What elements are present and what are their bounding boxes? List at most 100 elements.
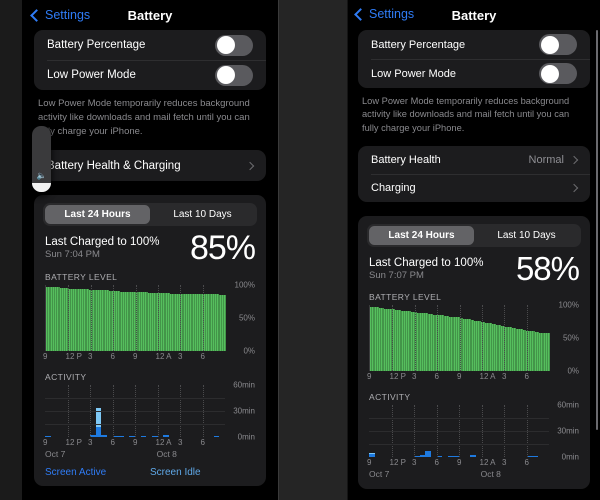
screenshot-stage: Settings Battery Battery Percentage Low … — [0, 0, 600, 500]
chevron-right-icon — [245, 161, 255, 171]
row-battery-health-and-charging[interactable]: Battery Health & Charging — [34, 150, 266, 181]
activity-legend-left: Screen Active Screen Idle — [45, 467, 255, 478]
volume-hud-slider[interactable]: 🔈 — [32, 126, 51, 192]
x-tick-label: 6 — [524, 372, 529, 382]
chevron-right-icon — [569, 184, 579, 193]
timeframe-segmented-control-right[interactable]: Last 24 Hours Last 10 Days — [367, 224, 581, 248]
grid-line-vertical — [481, 305, 484, 372]
x-tick-label: 9 — [43, 352, 48, 362]
battery-level-x-axis: 9 12 P 3 6 9 12 A 3 6 — [43, 351, 225, 363]
x-tick-label: 3 — [502, 458, 507, 468]
last-charged-title: Last Charged to 100% — [45, 236, 160, 249]
y-tick-label: 60min — [557, 400, 579, 410]
last-charged-block-left: Last Charged to 100% Sun 7:04 PM 85% — [45, 229, 256, 268]
x-tick-label: 12 A — [155, 352, 172, 362]
segment-last-24-hours-right[interactable]: Last 24 Hours — [369, 226, 474, 246]
chevron-left-icon — [30, 8, 43, 22]
low-power-mode-footnote-right: Low Power Mode temporarily reduces backg… — [362, 96, 570, 133]
row-low-power-mode-right[interactable]: Low Power Mode — [358, 59, 590, 88]
row-accessory: Normal — [529, 154, 579, 166]
toggle-knob — [216, 36, 235, 54]
y-tick-label: 100% — [234, 280, 255, 290]
x-tick-label: 3 — [412, 372, 417, 382]
x-tick-label: 6 — [434, 458, 439, 468]
grid-line-vertical — [392, 305, 394, 372]
toggle-knob — [216, 66, 235, 84]
row-battery-health[interactable]: Battery Health Normal — [358, 146, 590, 174]
row-label: Battery Percentage — [47, 39, 146, 51]
y-tick-label: 50% — [562, 333, 579, 343]
x-tick-label: 12 A — [479, 458, 496, 468]
last-charged-title: Last Charged to 100% — [369, 257, 484, 270]
legend-screen-active[interactable]: Screen Active — [45, 467, 150, 478]
row-label: Low Power Mode — [371, 67, 456, 80]
x-tick-label: 9 — [367, 372, 372, 382]
battery-usage-card-right: Last 24 Hours Last 10 Days Last Charged … — [358, 216, 590, 490]
battery-level-chart-right: 0% 50% 100% 9 12 P 3 6 9 12 A 3 6 — [367, 301, 579, 383]
x-tick-label: 3 — [178, 352, 183, 362]
row-label: Battery Percentage — [371, 38, 466, 51]
current-charge-percent-left: 85% — [189, 229, 256, 268]
x-tick-label: 9 — [133, 352, 138, 362]
grid-line-vertical — [414, 305, 417, 372]
row-low-power-mode-left[interactable]: Low Power Mode — [34, 60, 266, 90]
y-tick-label: 60min — [233, 380, 255, 390]
x-tick-label: 9 — [133, 438, 138, 448]
last-charged-text: Last Charged to 100% Sun 7:04 PM — [45, 234, 159, 260]
chevron-right-icon — [569, 156, 579, 165]
timeframe-segmented-control-left[interactable]: Last 24 Hours Last 10 Days — [43, 203, 257, 227]
grid-line-vertical — [113, 285, 115, 352]
battery-percentage-toggle-left[interactable] — [215, 34, 253, 56]
day-label: Oct 7 — [369, 469, 390, 480]
low-power-mode-toggle-left[interactable] — [215, 64, 253, 86]
segment-last-10-days-left[interactable]: Last 10 Days — [150, 205, 255, 224]
day-label: Oct 7 — [45, 449, 66, 460]
x-tick-label: 6 — [200, 438, 205, 448]
activity-y-axis: 0min 30min 60min — [549, 401, 579, 462]
battery-level-y-axis: 0% 50% 100% — [549, 301, 579, 376]
settings-card-right: Battery Percentage Low Power Mode — [358, 30, 590, 88]
x-tick-label: 3 — [88, 438, 93, 448]
activity-x-axis: 9 12 P 3 6 9 12 A 3 6 — [43, 437, 225, 449]
battery-usage-card-left: Last 24 Hours Last 10 Days Last Charged … — [34, 195, 266, 487]
day-label: Oct 8 — [156, 449, 177, 460]
row-label: Battery Health — [371, 154, 441, 167]
activity-x-axis: 9 12 P 3 6 9 12 A 3 6 — [367, 457, 549, 469]
grid-line-vertical — [526, 305, 529, 372]
low-power-mode-toggle-right[interactable] — [539, 63, 577, 84]
battery-level-plot-area — [45, 285, 226, 352]
x-tick-label: 9 — [43, 438, 48, 448]
vertical-scrollbar[interactable] — [595, 30, 598, 430]
y-tick-label: 30min — [233, 406, 255, 416]
current-charge-percent-right: 58% — [515, 250, 580, 288]
row-battery-percentage-left[interactable]: Battery Percentage — [34, 30, 266, 60]
segment-last-24-hours-left[interactable]: Last 24 Hours — [45, 205, 150, 225]
activity-chart-right: 0min 30min 60min 9 12 P 3 6 9 12 A 3 6 Oct 7 Oct 8 — [367, 401, 579, 481]
y-tick-label: 0% — [243, 346, 255, 356]
x-tick-label: 3 — [178, 438, 183, 448]
phone-panel-right: Settings Battery Battery Percentage Low … — [348, 0, 600, 500]
battery-level-x-axis: 9 12 P 3 6 9 12 A 3 6 — [367, 371, 549, 383]
x-tick-label: 12 P — [389, 372, 406, 382]
row-charging[interactable]: Charging — [358, 174, 590, 202]
x-tick-label: 3 — [412, 458, 417, 468]
battery-level-chart-left: 0% 50% 100% 9 12 P 3 6 9 12 A 3 6 — [43, 281, 255, 363]
x-tick-label: 6 — [434, 372, 439, 382]
segment-last-10-days-right[interactable]: Last 10 Days — [474, 226, 579, 245]
legend-screen-idle[interactable]: Screen Idle — [150, 467, 201, 478]
x-tick-label: 9 — [457, 372, 462, 382]
settings-card-left: Battery Percentage Low Power Mode — [34, 30, 266, 90]
row-battery-percentage-right[interactable]: Battery Percentage — [358, 30, 590, 59]
battery-health-card-right: Battery Health Normal Charging — [358, 146, 590, 203]
grid-line-vertical — [459, 305, 462, 372]
activity-day-labels: Oct 7 Oct 8 — [45, 449, 225, 461]
battery-percentage-toggle-right[interactable] — [539, 34, 577, 55]
panel-divider — [278, 0, 348, 500]
grid-line-vertical — [202, 285, 205, 352]
grid-line-vertical — [180, 285, 182, 352]
grid-line-horizontal — [369, 431, 549, 433]
activity-plot-area — [45, 385, 225, 438]
last-charged-time: Sun 7:04 PM — [45, 249, 100, 261]
row-label: Low Power Mode — [47, 69, 136, 81]
battery-level-chart-header-right: BATTERY LEVEL — [369, 292, 442, 303]
